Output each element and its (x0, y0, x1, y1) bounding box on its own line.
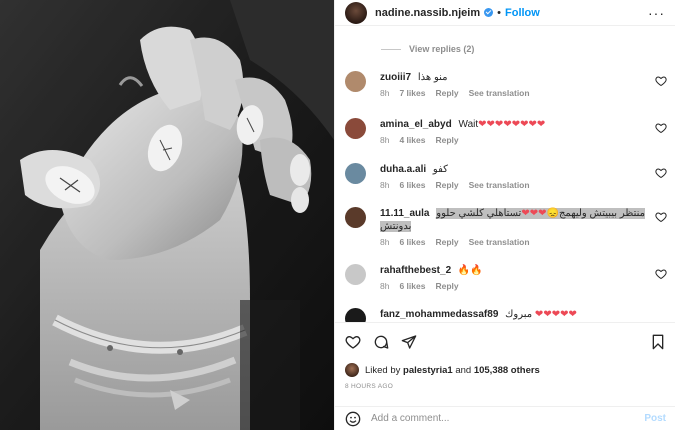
comment-likes[interactable]: 6 likes (399, 281, 425, 291)
comment-text: Wait❤❤❤❤❤❤❤❤ (458, 119, 546, 130)
post-image[interactable] (0, 0, 334, 430)
header-separator: • (497, 6, 501, 19)
post-side-panel: nadine.nassib.njeim • Follow ··· View re… (334, 0, 675, 430)
comment-time[interactable]: 8h (380, 180, 389, 190)
comments-list: View replies (2) zuoiii7 منو هذا 8h 7 li… (335, 26, 675, 322)
comment-time[interactable]: 8h (380, 281, 389, 291)
post-photo-hands (0, 0, 334, 430)
liked-by-user[interactable]: palestyria1 (403, 365, 453, 376)
comment-likes[interactable]: 6 likes (399, 180, 425, 190)
comment-text: منو هذا (417, 72, 448, 83)
like-comment-heart-icon[interactable] (655, 75, 667, 87)
follow-button[interactable]: Follow (505, 7, 540, 19)
commenter-avatar[interactable] (345, 118, 366, 139)
author-avatar[interactable] (345, 1, 367, 24)
liked-by-prefix: Liked by (365, 364, 401, 376)
post-actions: Liked by palestyria1 and 105,388 others … (335, 322, 675, 390)
commenter-avatar[interactable] (345, 71, 366, 92)
heart-icon[interactable] (345, 334, 361, 350)
verified-icon (484, 8, 494, 17)
post-header: nadine.nassib.njeim • Follow ··· (335, 0, 675, 26)
view-replies-label: View replies (2) (409, 44, 475, 54)
see-translation-button[interactable]: See translation (469, 237, 530, 247)
instagram-post-modal: nadine.nassib.njeim • Follow ··· View re… (0, 0, 675, 430)
comment-username[interactable]: 11.11_aula (380, 208, 430, 219)
emoji-icon[interactable] (345, 411, 361, 427)
post-time-ago[interactable]: 8 HOURS AGO (345, 383, 666, 390)
comment-text: 🔥🔥 (457, 265, 483, 276)
more-icon[interactable]: ··· (648, 5, 665, 21)
share-icon[interactable] (401, 334, 417, 350)
post-comment-button[interactable]: Post (644, 413, 666, 424)
commenter-avatar[interactable] (345, 207, 366, 228)
like-comment-heart-icon[interactable] (655, 268, 667, 280)
see-translation-button[interactable]: See translation (469, 88, 530, 98)
comment-username[interactable]: fanz_mohammedassaf89 (380, 309, 498, 320)
comment-time[interactable]: 8h (380, 135, 389, 145)
commenter-avatar[interactable] (345, 308, 366, 322)
reply-button[interactable]: Reply (435, 88, 458, 98)
like-comment-heart-icon[interactable] (655, 122, 667, 134)
commenter-avatar[interactable] (345, 264, 366, 285)
author-username[interactable]: nadine.nassib.njeim (375, 7, 480, 19)
view-replies-button[interactable]: View replies (2) (381, 44, 474, 54)
comment-username[interactable]: zuoiii7 (380, 72, 411, 83)
comment-icon[interactable] (373, 334, 389, 350)
comment-text: مبروك ❤❤❤❤❤ (505, 309, 577, 320)
comment-time[interactable]: 8h (380, 237, 389, 247)
reply-button[interactable]: Reply (435, 180, 458, 190)
comment-likes[interactable]: 7 likes (399, 88, 425, 98)
comment-likes[interactable]: 6 likes (399, 237, 425, 247)
replies-line (381, 48, 401, 50)
reply-button[interactable]: Reply (435, 281, 458, 291)
liked-by-and: and (455, 364, 472, 376)
see-translation-button[interactable]: See translation (469, 180, 530, 190)
liker-avatar[interactable] (345, 363, 359, 377)
reply-button[interactable]: Reply (435, 135, 458, 145)
comment-likes[interactable]: 4 likes (399, 135, 425, 145)
like-comment-heart-icon[interactable] (655, 167, 667, 179)
add-comment-bar: Post (335, 406, 675, 430)
reply-button[interactable]: Reply (435, 237, 458, 247)
commenter-avatar[interactable] (345, 163, 366, 184)
like-comment-heart-icon[interactable] (655, 211, 667, 223)
comment-text: كفو (432, 164, 448, 175)
comment-username[interactable]: duha.a.ali (380, 164, 426, 175)
comment-username[interactable]: amina_el_abyd (380, 119, 452, 130)
comment-username[interactable]: rahafthebest_2 (380, 265, 451, 276)
likes-count[interactable]: 105,388 others (474, 365, 540, 376)
likes-summary: Liked by palestyria1 and 105,388 others (345, 363, 666, 377)
bookmark-icon[interactable] (650, 334, 666, 350)
comment-time[interactable]: 8h (380, 88, 389, 98)
comment-input[interactable] (371, 413, 645, 424)
